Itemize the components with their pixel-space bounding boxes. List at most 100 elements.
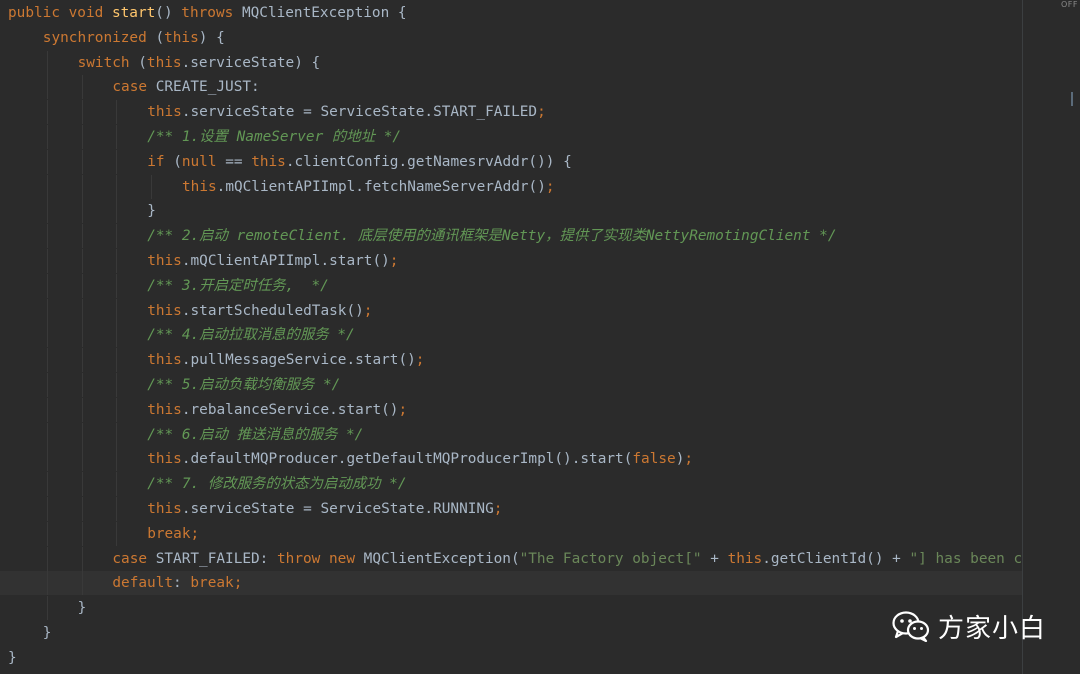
- code-content: case START_FAILED: throw new MQClientExc…: [112, 547, 1022, 571]
- code-line[interactable]: /** 2.启动 remoteClient. 底层使用的通讯框架是Netty，提…: [0, 224, 1022, 249]
- code-token: .rebalanceService.start(): [181, 401, 399, 418]
- code-token: START_FAILED:: [155, 550, 278, 567]
- code-line[interactable]: default: break;: [0, 571, 1022, 596]
- code-token: .clientConfig.getNamesrvAddr()) {: [285, 153, 572, 170]
- indent-guide: [116, 447, 118, 472]
- watermark-author-name: 方家小白: [938, 613, 1047, 644]
- indent-guide: [81, 497, 83, 521]
- code-token: break;: [190, 575, 243, 592]
- code-token: this: [147, 253, 182, 269]
- code-line[interactable]: }: [0, 646, 1022, 670]
- code-token: "The Factory object[": [519, 550, 702, 567]
- indent-guide: [116, 298, 118, 323]
- code-editor[interactable]: public void start() throws MQClientExcep…: [0, 0, 1022, 674]
- code-token: MQClientException {: [241, 5, 407, 21]
- code-token: /** 6.启动 推送消息的服务 */: [147, 426, 364, 443]
- code-token: public void: [8, 5, 112, 21]
- code-token: :: [173, 575, 191, 592]
- indent-guide: [116, 199, 118, 224]
- code-line[interactable]: }: [0, 199, 1022, 224]
- indent-guide: [81, 125, 83, 149]
- indent-guide: [46, 273, 48, 298]
- code-token: }: [77, 600, 87, 617]
- code-line[interactable]: if (null == this.clientConfig.getNamesrv…: [0, 149, 1022, 174]
- code-line[interactable]: case START_FAILED: throw new MQClientExc…: [0, 546, 1022, 571]
- code-line[interactable]: /** 1.设置 NameServer 的地址 */: [0, 125, 1022, 149]
- code-content: case CREATE_JUST:: [112, 75, 259, 99]
- code-token: ;: [415, 352, 425, 369]
- indent-guide: [81, 546, 83, 571]
- indent-guide: [116, 472, 118, 497]
- code-line[interactable]: this.rebalanceService.start();: [0, 397, 1022, 422]
- code-line[interactable]: /** 3.开启定时任务, */: [0, 273, 1022, 298]
- code-token: false: [632, 451, 676, 468]
- indent-guide: [116, 373, 118, 397]
- indent-guide: [151, 174, 153, 199]
- code-token: this: [147, 451, 182, 468]
- code-token: /** 3.开启定时任务, */: [147, 277, 329, 294]
- code-content: this.pullMessageService.start();: [147, 348, 424, 372]
- gutter-status-label: OFF: [1061, 0, 1078, 9]
- indent-guide: [46, 447, 48, 472]
- indent-guide: [81, 199, 83, 224]
- code-content: break;: [147, 522, 199, 546]
- code-token: (): [155, 5, 182, 21]
- code-token: "] has been created before, and failed.": [909, 550, 1022, 567]
- code-content: this.rebalanceService.start();: [147, 398, 407, 422]
- code-line[interactable]: synchronized (this) {: [0, 26, 1022, 50]
- indent-guide: [46, 422, 48, 447]
- code-token: }: [147, 203, 156, 220]
- code-content: this.serviceState = ServiceState.RUNNING…: [147, 497, 502, 521]
- code-line[interactable]: }: [0, 621, 1022, 645]
- code-token: ) {: [198, 29, 225, 46]
- indent-guide: [81, 472, 83, 497]
- indent-guide: [116, 497, 118, 521]
- code-line[interactable]: public void start() throws MQClientExcep…: [0, 1, 1022, 25]
- indent-guide: [46, 298, 48, 323]
- code-line[interactable]: /** 4.启动拉取消息的服务 */: [0, 323, 1022, 348]
- code-token: .getClientId() +: [762, 550, 910, 567]
- code-token: this: [147, 501, 182, 517]
- code-line[interactable]: }: [0, 596, 1022, 621]
- code-content: switch (this.serviceState) {: [78, 51, 321, 75]
- indent-guide: [81, 348, 83, 373]
- code-token: /** 2.启动 remoteClient. 底层使用的通讯框架是Netty，提…: [147, 228, 837, 245]
- code-token: this: [182, 178, 217, 195]
- code-content: /** 6.启动 推送消息的服务 */: [147, 423, 363, 447]
- code-line[interactable]: /** 6.启动 推送消息的服务 */: [0, 422, 1022, 447]
- code-line[interactable]: this.serviceState = ServiceState.START_F…: [0, 100, 1022, 125]
- code-line[interactable]: case CREATE_JUST:: [0, 75, 1022, 100]
- code-token: .mQClientAPIImpl.start(): [181, 253, 390, 269]
- indent-guide: [81, 249, 83, 273]
- indent-guide: [81, 149, 83, 174]
- code-line[interactable]: this.defaultMQProducer.getDefaultMQProdu…: [0, 447, 1022, 472]
- code-token: ==: [225, 153, 252, 170]
- code-line[interactable]: this.startScheduledTask();: [0, 298, 1022, 323]
- code-token: start: [111, 5, 156, 21]
- code-content: this.mQClientAPIImpl.fetchNameServerAddr…: [182, 175, 555, 199]
- code-line[interactable]: this.pullMessageService.start();: [0, 348, 1022, 373]
- code-token: case: [112, 550, 156, 567]
- code-token: break;: [147, 525, 200, 542]
- code-line[interactable]: break;: [0, 521, 1022, 546]
- code-line[interactable]: this.mQClientAPIImpl.start();: [0, 249, 1022, 273]
- code-token: default: [112, 575, 174, 592]
- indent-guide: [81, 447, 83, 472]
- code-line[interactable]: /** 7. 修改服务的状态为启动成功 */: [0, 472, 1022, 497]
- code-line[interactable]: /** 5.启动负载均衡服务 */: [0, 373, 1022, 397]
- code-line[interactable]: this.serviceState = ServiceState.RUNNING…: [0, 497, 1022, 521]
- code-token: this: [146, 54, 182, 71]
- indent-guide: [116, 397, 118, 422]
- code-line[interactable]: switch (this.serviceState) {: [0, 50, 1022, 75]
- code-token: ;: [545, 178, 555, 195]
- code-token: .serviceState = ServiceState.RUNNING: [181, 501, 494, 517]
- code-token: this: [727, 550, 763, 567]
- indent-guide: [46, 50, 48, 75]
- indent-guide: [46, 224, 48, 249]
- code-content: this.startScheduledTask();: [147, 299, 372, 323]
- code-token: if: [147, 153, 174, 170]
- code-content: this.serviceState = ServiceState.START_F…: [147, 100, 546, 124]
- code-token: (: [173, 153, 182, 170]
- code-token: +: [701, 550, 728, 567]
- code-line[interactable]: this.mQClientAPIImpl.fetchNameServerAddr…: [0, 174, 1022, 199]
